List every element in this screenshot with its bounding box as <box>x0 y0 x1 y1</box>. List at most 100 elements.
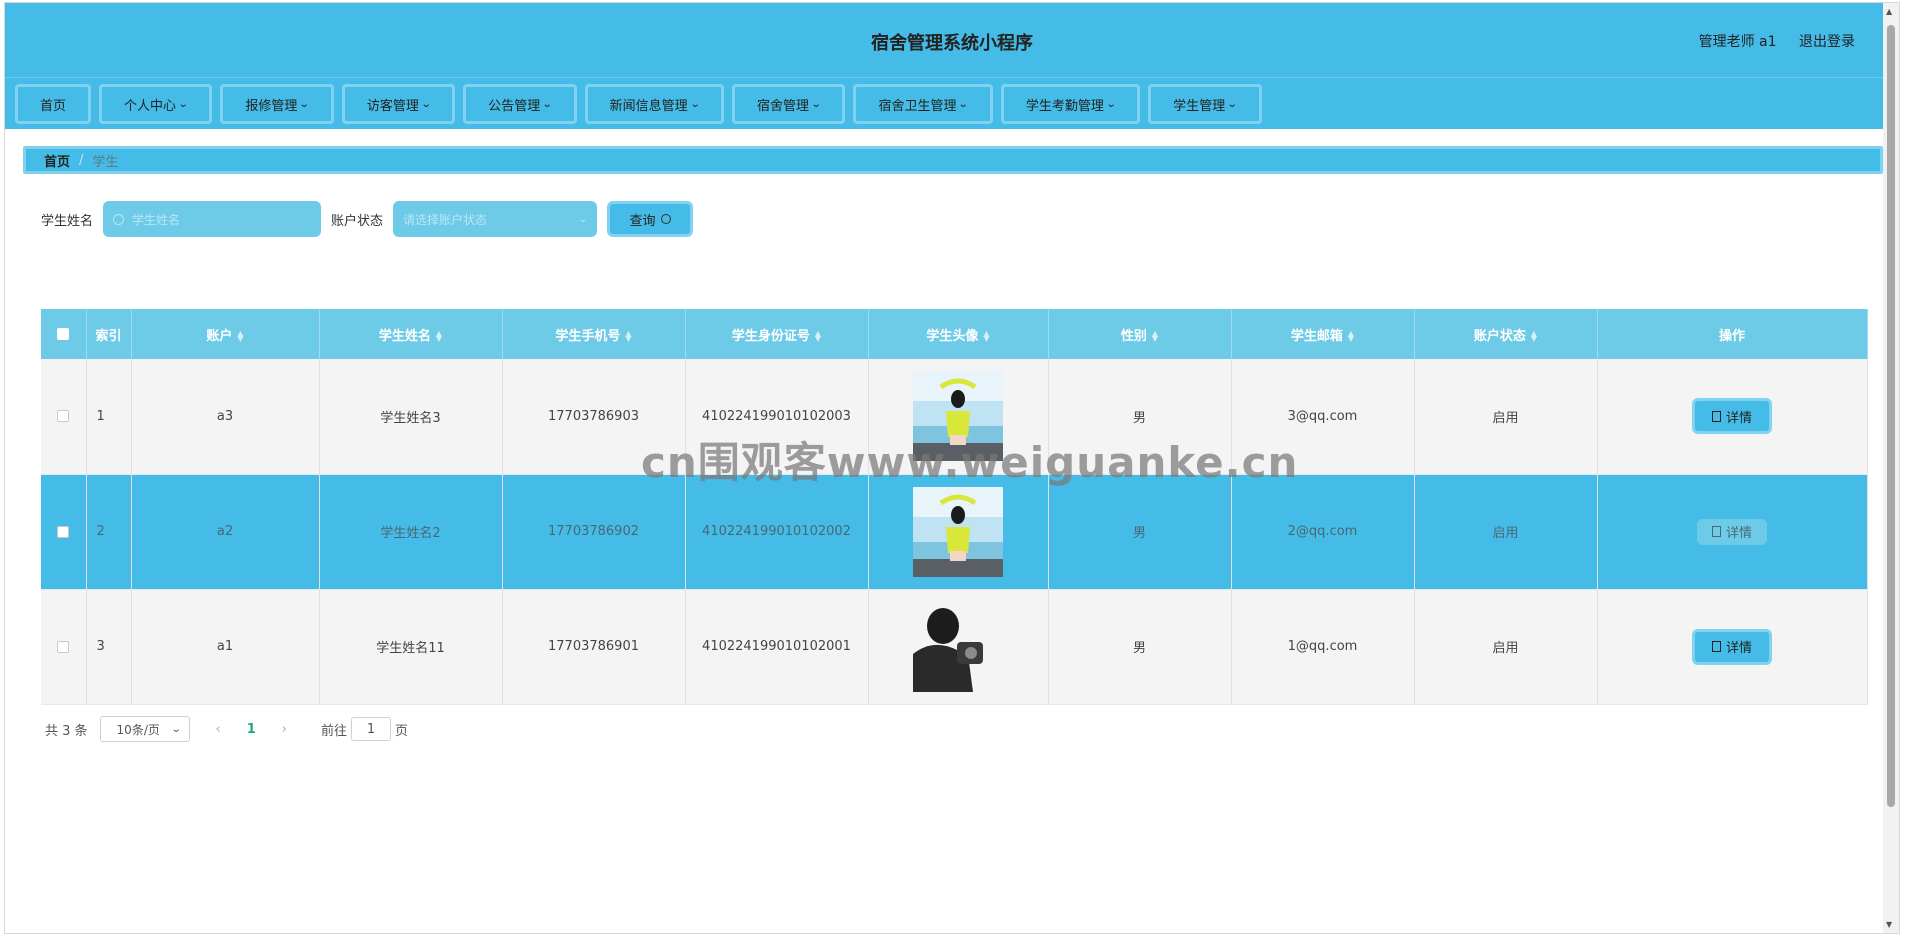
row-checkbox[interactable] <box>57 640 70 653</box>
avatar <box>913 601 1003 692</box>
nav-label: 新闻信息管理 <box>609 98 688 114</box>
nav-item-students[interactable]: 学生管理 ⌄ <box>1148 84 1262 124</box>
chevron-down-icon: ⌄ <box>1227 98 1238 110</box>
column-header-state[interactable]: 账户状态 ▲ ▼ <box>1414 309 1598 359</box>
chevron-down-icon: ⌄ <box>1105 98 1117 110</box>
student-name-input[interactable]: 学生姓名 <box>103 201 322 237</box>
column-header-gender[interactable]: 性别 ▲ ▼ <box>1048 309 1232 359</box>
row-checkbox[interactable] <box>57 410 70 423</box>
nav-item-visitor[interactable]: 访客管理 ⌄ <box>341 84 456 124</box>
cell-account: a1 <box>131 589 320 705</box>
breadcrumb-home[interactable]: 首页 <box>44 151 70 170</box>
scrollbar[interactable]: ▲ ▼ <box>1883 3 1899 933</box>
avatar <box>913 486 1003 577</box>
detail-button[interactable]: 详情 <box>1692 398 1772 435</box>
select-all-checkbox[interactable] <box>57 328 70 340</box>
cell-account: a2 <box>131 474 320 590</box>
detail-button-label: 详情 <box>1725 526 1752 541</box>
nav-item-attendance[interactable]: 学生考勤管理 ⌄ <box>1000 84 1141 124</box>
nav-item-personal-center[interactable]: 个人中心 ⌄ <box>99 84 213 124</box>
page-size-select[interactable]: 10条/页 ⌄ <box>99 716 190 742</box>
logout-link[interactable]: 退出登录 <box>1799 34 1855 50</box>
nav-item-home[interactable]: 首页 <box>15 84 92 124</box>
column-header-id-number[interactable]: 学生身份证号 ▲ ▼ <box>685 309 869 359</box>
chevron-down-icon: ⌄ <box>577 213 589 225</box>
cell-index: 3 <box>86 589 132 705</box>
main-nav: 首页 个人中心 ⌄ 报修管理 ⌄ 访客管理 ⌄ 公告管理 ⌄ 新闻信息管理 ⌄ 宿舍管理 ⌄… <box>5 77 1899 129</box>
cell-email: 2@qq.com <box>1231 474 1415 590</box>
chevron-down-icon: ⌄ <box>689 98 701 110</box>
table-header-row: 索引 账户 ▲ ▼ 学生姓名 ▲ ▼ 学生手机号 ▲ ▼ 学生身份证号 ▲ ▼ 学生头像 ▲ ▼ 性… <box>41 309 1868 359</box>
column-header-actions: 操作 <box>1597 309 1868 359</box>
search-bar: 学生姓名 学生姓名 账户状态 请选择账户状态 ⌄ 查询 <box>41 201 694 237</box>
cell-avatar <box>868 474 1049 590</box>
nav-item-repair[interactable]: 报修管理 ⌄ <box>220 84 334 124</box>
cell-avatar <box>868 589 1049 705</box>
app-frame: 宿舍管理系统小程序 管理老师 a1 退出登录 首页 个人中心 ⌄ 报修管理 ⌄ 访客… <box>4 2 1900 934</box>
chevron-down-icon: ⌄ <box>541 98 553 110</box>
cell-name: 学生姓名3 <box>319 359 503 475</box>
row-select-cell <box>41 474 87 590</box>
goto-suffix: 页 <box>395 723 409 739</box>
cell-id-number: 410224199010102001 <box>685 589 869 705</box>
account-state-select[interactable]: 请选择账户状态 ⌄ <box>393 201 598 237</box>
cell-state: 启用 <box>1414 474 1598 590</box>
detail-button-label: 详情 <box>1725 410 1752 426</box>
sort-icon: ▲ ▼ <box>435 329 443 343</box>
scroll-thumb[interactable] <box>1887 25 1895 807</box>
column-header-label: 性别 <box>1120 328 1147 344</box>
nav-item-notice[interactable]: 公告管理 ⌄ <box>463 84 577 124</box>
name-filter-label: 学生姓名 <box>41 213 94 229</box>
nav-item-dorm-hygiene[interactable]: 宿舍卫生管理 ⌄ <box>853 84 993 124</box>
nav-label: 学生管理 <box>1173 98 1226 114</box>
table-row[interactable]: 2 a2 学生姓名2 17703786902 41022419901010200… <box>41 474 1868 590</box>
row-checkbox[interactable] <box>57 525 70 538</box>
document-icon <box>1711 641 1721 652</box>
state-filter-label: 账户状态 <box>331 213 384 229</box>
query-button[interactable]: 查询 <box>607 201 694 237</box>
query-button-label: 查询 <box>629 213 656 229</box>
select-all-cell <box>41 309 87 359</box>
nav-label: 宿舍卫生管理 <box>878 98 957 114</box>
nav-label: 个人中心 <box>124 98 177 114</box>
cell-email: 1@qq.com <box>1231 589 1415 705</box>
detail-button[interactable]: 详情 <box>1692 628 1772 665</box>
detail-button[interactable]: 详情 <box>1697 518 1767 545</box>
column-header-account[interactable]: 账户 ▲ ▼ <box>131 309 320 359</box>
sort-icon: ▲ ▼ <box>1347 329 1355 343</box>
cell-gender: 男 <box>1048 474 1232 590</box>
column-header-email[interactable]: 学生邮箱 ▲ ▼ <box>1231 309 1415 359</box>
page-number-current[interactable]: 1 <box>247 722 256 737</box>
nav-label: 首页 <box>40 98 67 114</box>
chevron-down-icon: ⌄ <box>420 98 432 110</box>
sort-icon: ▲ ▼ <box>1530 329 1538 343</box>
column-header-name[interactable]: 学生姓名 ▲ ▼ <box>319 309 503 359</box>
nav-label: 学生考勤管理 <box>1025 98 1104 114</box>
cell-index: 1 <box>86 359 132 475</box>
column-header-phone[interactable]: 学生手机号 ▲ ▼ <box>502 309 686 359</box>
cell-actions: 详情 <box>1597 589 1868 705</box>
goto-page-input[interactable]: 1 <box>351 717 392 741</box>
user-label: 管理老师 a1 <box>1698 34 1777 50</box>
column-header: 索引 <box>86 309 132 359</box>
scroll-up-icon[interactable]: ▲ <box>1886 7 1892 16</box>
prev-page-icon[interactable]: ‹ <box>216 722 221 737</box>
column-header-avatar[interactable]: 学生头像 ▲ ▼ <box>868 309 1049 359</box>
table-row[interactable]: 3 a1 学生姓名11 17703786901 4102241990101020… <box>41 589 1868 705</box>
nav-item-dorm[interactable]: 宿舍管理 ⌄ <box>732 84 846 124</box>
chevron-down-icon: ⌄ <box>177 98 189 110</box>
cell-index: 2 <box>86 474 132 590</box>
chevron-down-icon: ⌄ <box>810 98 822 110</box>
next-page-icon[interactable]: › <box>282 722 287 737</box>
cell-name: 学生姓名11 <box>319 589 503 705</box>
row-select-cell <box>41 359 87 475</box>
column-header-label: 学生邮箱 <box>1290 328 1343 344</box>
column-header-label: 账户 <box>206 328 233 344</box>
column-header-label: 学生身份证号 <box>731 328 810 344</box>
scroll-down-icon[interactable]: ▼ <box>1886 920 1892 929</box>
chevron-down-icon: ⌄ <box>170 723 182 735</box>
nav-item-news[interactable]: 新闻信息管理 ⌄ <box>584 84 725 124</box>
cell-gender: 男 <box>1048 589 1232 705</box>
cell-phone: 17703786901 <box>502 589 686 705</box>
app-header: 宿舍管理系统小程序 管理老师 a1 退出登录 <box>5 3 1899 77</box>
